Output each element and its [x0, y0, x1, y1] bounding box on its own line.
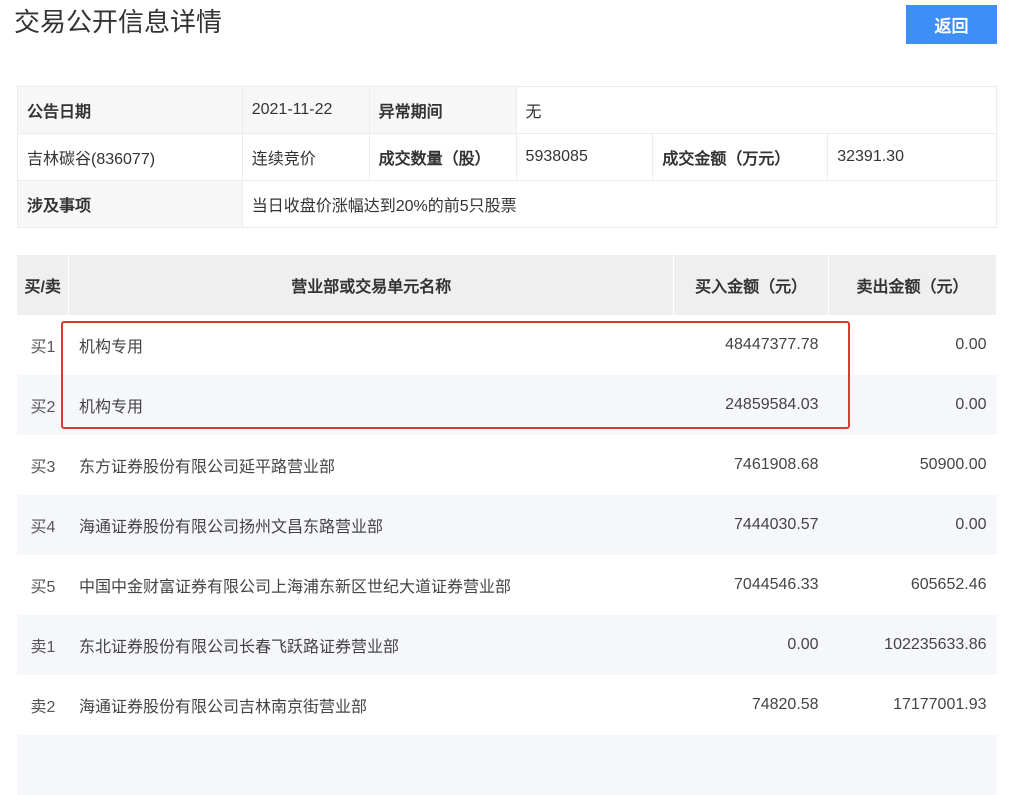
row-sell-amount: 0.00	[828, 495, 997, 555]
row-sell-amount: 605652.46	[910, 576, 987, 593]
trades-table: 买/卖 营业部或交易单元名称 买入金额（元） 卖出金额（元） 买1 机构专用 4…	[17, 255, 997, 795]
row-side: 买2	[17, 375, 69, 435]
amount-value: 32391.30	[827, 133, 997, 181]
row-name: 东北证券股份有限公司长春飞跃路证券营业部	[68, 615, 674, 675]
info-row-date: 公告日期 2021-11-22 异常期间 无	[17, 86, 998, 134]
row-side: 卖1	[17, 615, 69, 675]
table-row	[17, 735, 997, 795]
row-sell-amount: 102235633.86	[828, 615, 997, 675]
row-buy-amount: 7461908.68	[734, 456, 819, 473]
row-buy-amount: 74820.58	[751, 696, 819, 713]
page-title: 交易公开信息详情	[14, 7, 223, 37]
row-name	[68, 735, 674, 795]
volume-label: 成交数量（股）	[368, 133, 517, 181]
row-name: 东方证券股份有限公司延平路营业部	[78, 459, 335, 476]
info-row-trade: 吉林碳谷(836077) 连续竞价 成交数量（股） 5938085 成交金额（万…	[17, 133, 997, 181]
abnormal-period-value: 无	[515, 86, 998, 134]
row-name: 机构专用	[78, 339, 143, 356]
trades-header-row: 买/卖 营业部或交易单元名称 买入金额（元） 卖出金额（元）	[17, 255, 997, 315]
row-side: 卖2	[30, 699, 56, 716]
row-name: 海通证券股份有限公司扬州文昌东路营业部	[68, 495, 674, 555]
row-buy-amount: 24859584.03	[673, 375, 829, 435]
announce-date-value: 2021-11-22	[241, 86, 370, 134]
table-row: 买3 东方证券股份有限公司延平路营业部 7461908.68 50900.00	[17, 435, 997, 495]
row-buy-amount: 48447377.78	[725, 336, 819, 353]
row-buy-amount: 7044546.33	[734, 576, 819, 593]
info-table: 公告日期 2021-11-22 异常期间 无 吉林碳谷(836077) 连续竞价…	[17, 86, 998, 228]
row-sell-amount: 50900.00	[919, 456, 987, 473]
table-row: 买4 海通证券股份有限公司扬州文昌东路营业部 7444030.57 0.00	[17, 495, 997, 555]
row-buy-amount: 0.00	[673, 615, 829, 675]
col-header-name: 营业部或交易单元名称	[68, 255, 675, 315]
info-row-matter: 涉及事项 当日收盘价涨幅达到20%的前5只股票	[17, 180, 998, 228]
col-header-side: 买/卖	[17, 255, 70, 315]
row-name: 机构专用	[68, 375, 674, 435]
row-sell-amount	[828, 735, 997, 795]
row-sell-amount: 17177001.93	[893, 696, 987, 713]
row-side: 买4	[17, 495, 69, 555]
table-row: 卖1 东北证券股份有限公司长春飞跃路证券营业部 0.00 102235633.8…	[17, 615, 997, 675]
row-buy-amount: 7444030.57	[673, 495, 829, 555]
matter-label: 涉及事项	[17, 180, 243, 228]
col-header-sell: 卖出金额（元）	[828, 255, 997, 315]
announce-date-label: 公告日期	[17, 86, 243, 134]
row-side: 买1	[30, 339, 56, 356]
abnormal-period-label: 异常期间	[368, 86, 517, 134]
row-name: 中国中金财富证券有限公司上海浦东新区世纪大道证券营业部	[78, 579, 511, 596]
trade-type: 连续竞价	[241, 133, 370, 181]
back-button[interactable]: 返回	[906, 5, 997, 44]
row-name: 海通证券股份有限公司吉林南京街营业部	[78, 699, 367, 716]
amount-label: 成交金额（万元）	[652, 133, 829, 181]
row-buy-amount	[673, 735, 829, 795]
table-row: 卖2 海通证券股份有限公司吉林南京街营业部 74820.58 17177001.…	[17, 675, 997, 735]
row-side: 买3	[30, 459, 56, 476]
col-header-buy: 买入金额（元）	[673, 255, 830, 315]
volume-value: 5938085	[515, 133, 654, 181]
matter-value: 当日收盘价涨幅达到20%的前5只股票	[241, 180, 998, 228]
table-row: 买5 中国中金财富证券有限公司上海浦东新区世纪大道证券营业部 7044546.3…	[17, 555, 997, 615]
row-side	[17, 735, 69, 795]
table-row: 买1 机构专用 48447377.78 0.00	[17, 315, 997, 375]
table-row: 买2 机构专用 24859584.03 0.00	[17, 375, 997, 435]
row-sell-amount: 0.00	[828, 375, 997, 435]
stock-name: 吉林碳谷(836077)	[17, 133, 243, 181]
row-sell-amount: 0.00	[955, 336, 987, 353]
row-side: 买5	[30, 579, 56, 596]
